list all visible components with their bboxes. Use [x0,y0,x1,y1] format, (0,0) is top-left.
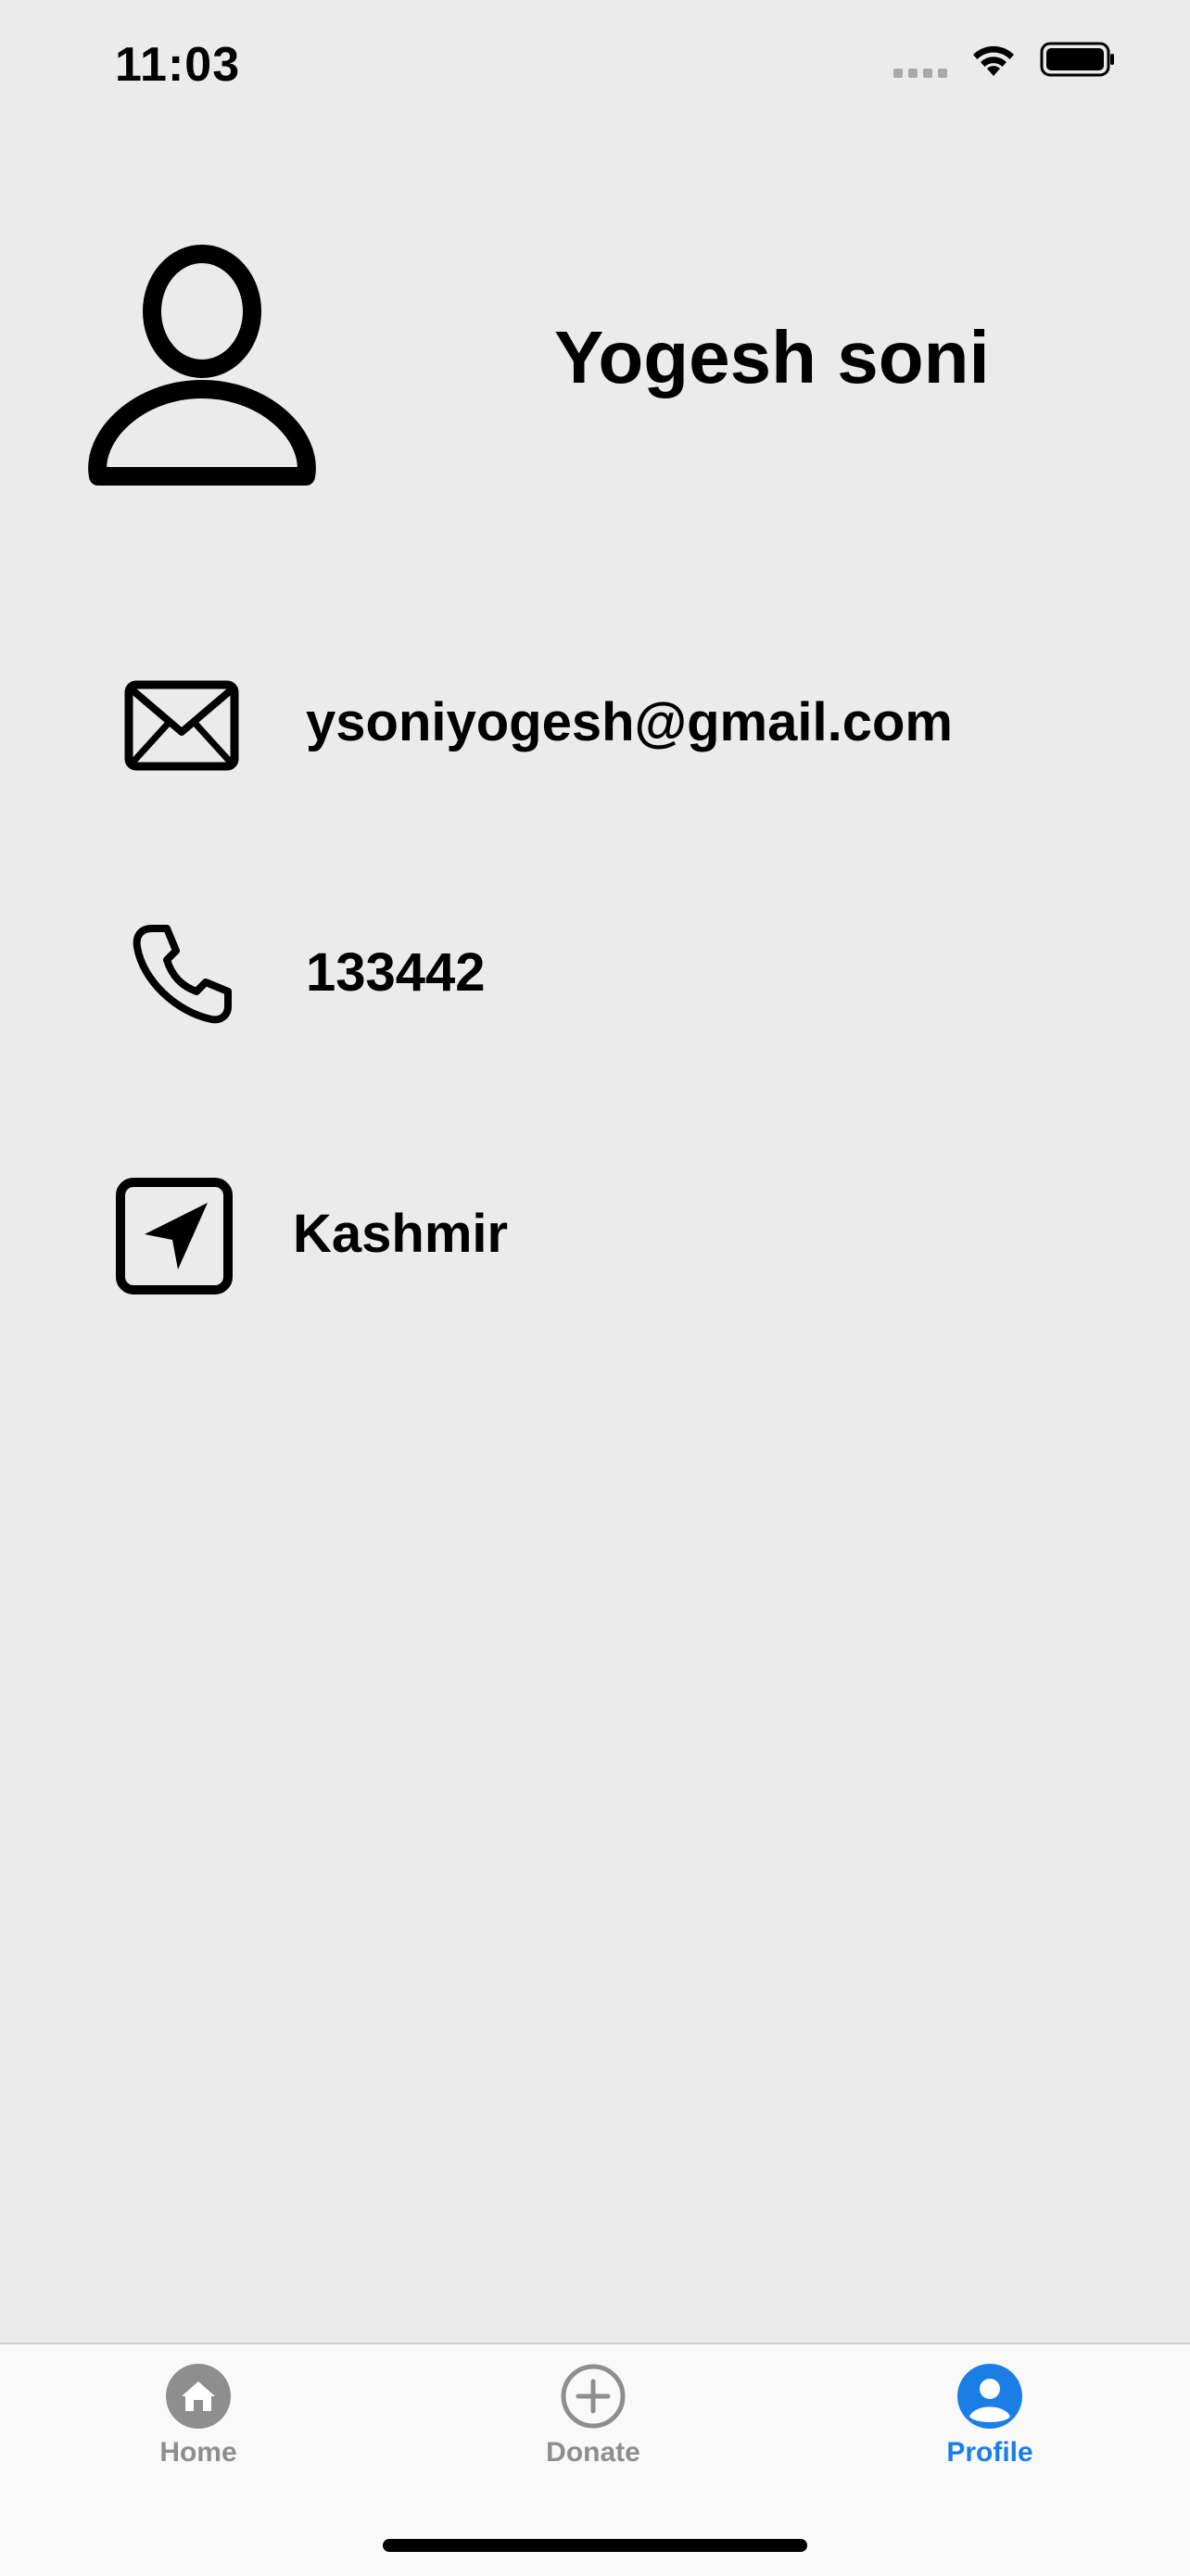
tab-home[interactable]: Home [106,2363,291,2469]
signal-icon [893,69,947,78]
tab-profile[interactable]: Profile [897,2363,1082,2469]
home-icon [166,2364,231,2429]
battery-icon [1040,42,1114,77]
home-indicator [383,2539,807,2552]
wifi-icon [973,45,1014,76]
person-icon [88,245,316,486]
email-value: ysoniyogesh@gmail.com [306,692,953,752]
tab-home-label: Home [159,2437,237,2468]
tab-donate-label: Donate [546,2437,640,2468]
plus-circle-icon [561,2364,626,2429]
profile-icon [957,2364,1022,2429]
profile-name: Yogesh soni [554,316,990,398]
status-time: 11:03 [115,38,241,92]
status-bar: 11:03 [0,0,1190,130]
phone-icon [133,925,232,1024]
phone-value: 133442 [306,942,486,1003]
envelope-icon [124,680,239,771]
location-arrow-icon [116,1178,233,1294]
email-row[interactable]: ysoniyogesh@gmail.com [0,675,1190,804]
tab-profile-label: Profile [946,2437,1033,2468]
phone-row[interactable]: 133442 [0,923,1190,1053]
location-row[interactable]: Kashmir [0,1177,1190,1307]
location-value: Kashmir [293,1204,509,1264]
profile-header: Yogesh soni [0,222,1190,500]
status-icons [893,41,1116,78]
tab-donate[interactable]: Donate [500,2363,686,2469]
